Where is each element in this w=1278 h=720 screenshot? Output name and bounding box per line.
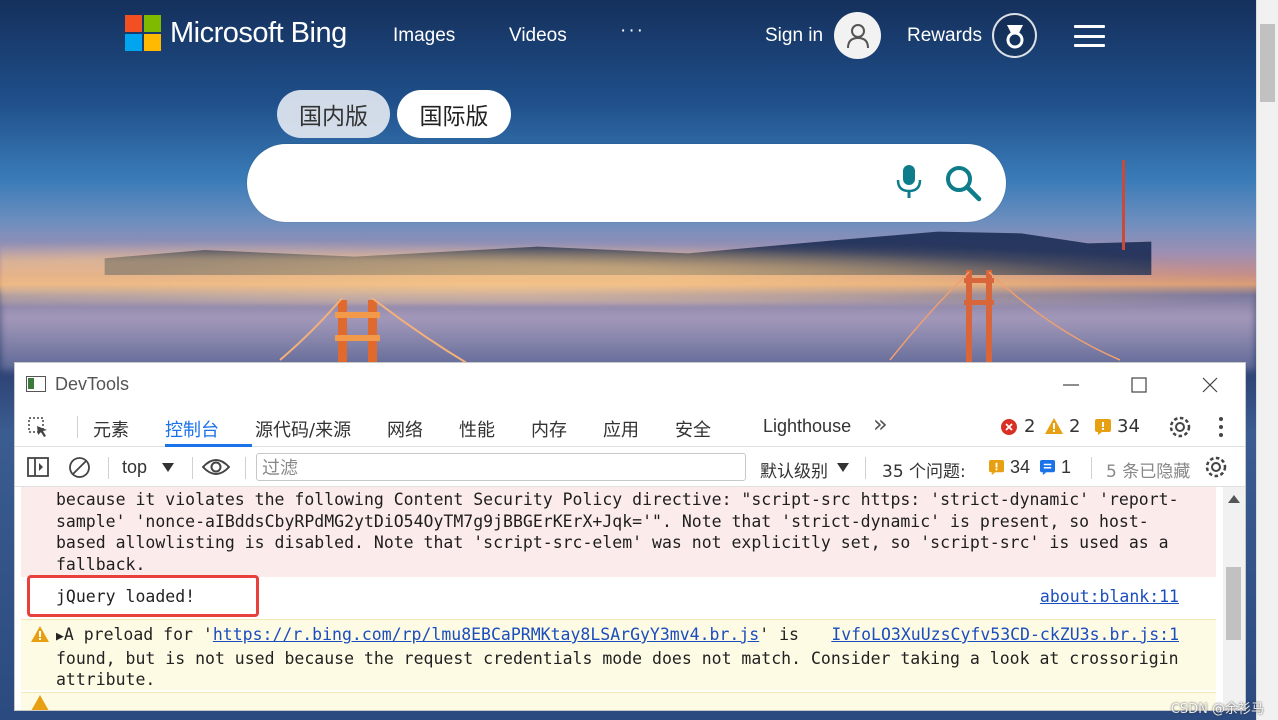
tab-lighthouse[interactable]: Lighthouse xyxy=(763,416,851,437)
scroll-up-arrow-icon[interactable] xyxy=(1228,495,1240,503)
toolbar-separator xyxy=(1091,457,1092,479)
maximize-icon[interactable] xyxy=(1127,373,1151,397)
kebab-menu-icon[interactable] xyxy=(1215,416,1227,438)
issues-label[interactable]: 35 个问题: xyxy=(882,457,966,482)
error-line: fallback. xyxy=(56,555,146,575)
context-dropdown-arrow-icon[interactable] xyxy=(162,463,174,472)
warning-icon xyxy=(31,626,49,642)
tab-console[interactable]: 控制台 xyxy=(165,416,219,442)
tab-elements[interactable]: 元素 xyxy=(93,416,129,442)
clear-console-icon[interactable] xyxy=(68,456,91,479)
toolbar-separator xyxy=(245,457,246,479)
tab-security[interactable]: 安全 xyxy=(675,416,711,442)
warning-text-prefix: A preload for ' xyxy=(63,625,213,644)
warning-icon[interactable] xyxy=(1045,418,1063,434)
filter-placeholder: 过滤 xyxy=(262,458,298,479)
issues-warning-flag-icon[interactable] xyxy=(989,460,1004,475)
page-scrollbar[interactable] xyxy=(1256,0,1278,720)
more-tabs-chevron-icon[interactable]: » xyxy=(873,410,888,438)
console-settings-gear-icon[interactable] xyxy=(1204,455,1228,479)
user-avatar-icon[interactable] xyxy=(834,12,881,59)
issues-count: 34 xyxy=(1117,416,1140,437)
search-input[interactable] xyxy=(247,144,1006,222)
highlight-box xyxy=(27,575,259,617)
console-warning-message: ▶A preload for 'https://r.bing.com/rp/lm… xyxy=(21,619,1216,690)
tab-memory[interactable]: 内存 xyxy=(531,416,567,442)
warning-source-link[interactable]: IvfoLO3XuUzsCyfv53CD-ckZU3s.br.js:1 xyxy=(831,624,1179,646)
region-tab-international[interactable]: 国际版 xyxy=(397,90,511,138)
live-expression-eye-icon[interactable] xyxy=(202,457,230,477)
context-select[interactable]: top xyxy=(122,457,147,478)
warning-resource-link[interactable]: https://r.bing.com/rp/lmu8EBCaPRMKtay8LS… xyxy=(213,625,759,644)
tab-performance[interactable]: 性能 xyxy=(459,416,495,442)
nav-more-menu[interactable]: ··· xyxy=(620,20,645,42)
error-line: based allowlisting is disabled. Note tha… xyxy=(56,533,1169,553)
filter-input[interactable]: 过滤 xyxy=(256,453,746,481)
issues-flag-icon[interactable] xyxy=(1095,419,1111,435)
log-source-link[interactable]: about:blank:11 xyxy=(1040,586,1179,608)
console-warning-message-truncated xyxy=(21,692,1216,710)
nav-images-link[interactable]: Images xyxy=(393,25,455,47)
warning-count: 2 xyxy=(1069,416,1081,437)
toolbar-separator xyxy=(192,457,193,479)
microphone-icon[interactable] xyxy=(895,163,923,206)
inspect-element-icon[interactable] xyxy=(27,416,49,438)
devtools-titlebar: DevTools xyxy=(15,363,1245,406)
region-tab-china[interactable]: 国内版 xyxy=(277,90,390,138)
nav-videos-link[interactable]: Videos xyxy=(509,25,567,47)
warning-line: found, but is not used because the reque… xyxy=(56,648,1179,668)
minimize-icon[interactable] xyxy=(1059,373,1083,397)
settings-gear-icon[interactable] xyxy=(1168,415,1192,439)
log-level-select[interactable]: 默认级别 xyxy=(760,457,828,482)
devtools-app-icon xyxy=(26,376,46,392)
issues-info-count: 1 xyxy=(1061,457,1072,477)
hamburger-menu-icon[interactable] xyxy=(1074,25,1105,47)
console-scrollbar-thumb[interactable] xyxy=(1226,567,1241,640)
microsoft-logo-icon xyxy=(125,15,161,51)
toolbar-separator xyxy=(108,457,109,479)
toolbar-separator xyxy=(865,457,866,479)
console-output[interactable]: because it violates the following Conten… xyxy=(15,487,1245,710)
rewards-medal-icon[interactable] xyxy=(992,13,1037,58)
tab-network[interactable]: 网络 xyxy=(387,416,423,442)
error-line: because it violates the following Conten… xyxy=(56,490,1179,509)
issues-info-flag-icon[interactable] xyxy=(1040,460,1055,475)
devtools-tab-bar: 元素 控制台 源代码/来源 网络 性能 内存 应用 安全 Lighthouse … xyxy=(15,406,1245,447)
issues-warning-count: 34 xyxy=(1010,457,1031,477)
tab-sources[interactable]: 源代码/来源 xyxy=(255,416,351,442)
close-icon[interactable] xyxy=(1198,373,1222,397)
tab-application[interactable]: 应用 xyxy=(603,416,639,442)
csdn-watermark: CSDN @余衫马 xyxy=(1170,702,1264,717)
hidden-messages-count[interactable]: 5 条已隐藏 xyxy=(1106,457,1190,482)
rewards-link[interactable]: Rewards xyxy=(907,25,982,47)
console-toolbar: top 过滤 默认级别 35 个问题: 34 1 5 条已隐藏 xyxy=(15,447,1245,487)
search-icon[interactable] xyxy=(944,164,982,207)
error-count: 2 xyxy=(1024,416,1036,437)
warning-icon xyxy=(31,695,49,710)
sidebar-toggle-icon[interactable] xyxy=(27,456,49,478)
page-scrollbar-thumb[interactable] xyxy=(1260,24,1275,102)
sign-in-link[interactable]: Sign in xyxy=(765,25,823,47)
expand-triangle-icon[interactable]: ▶ xyxy=(56,629,64,644)
tab-separator xyxy=(77,416,78,438)
bing-logo-text: Microsoft Bing xyxy=(170,16,347,49)
bing-logo[interactable]: Microsoft Bing xyxy=(125,15,347,51)
warning-line: attribute. xyxy=(56,670,156,690)
console-error-message: because it violates the following Conten… xyxy=(21,487,1216,577)
devtools-window: DevTools 元素 控制台 源代码/来源 网络 性能 内存 应用 安全 Li… xyxy=(15,363,1245,710)
error-icon[interactable] xyxy=(1001,419,1017,435)
error-line: sample' 'nonce-aIBddsCbyRPdMG2ytDiO54OyT… xyxy=(56,511,1149,531)
devtools-title: DevTools xyxy=(55,374,130,394)
warning-text-mid: ' is xyxy=(759,625,799,644)
level-dropdown-arrow-icon[interactable] xyxy=(837,463,849,472)
console-scrollbar[interactable] xyxy=(1223,487,1245,710)
